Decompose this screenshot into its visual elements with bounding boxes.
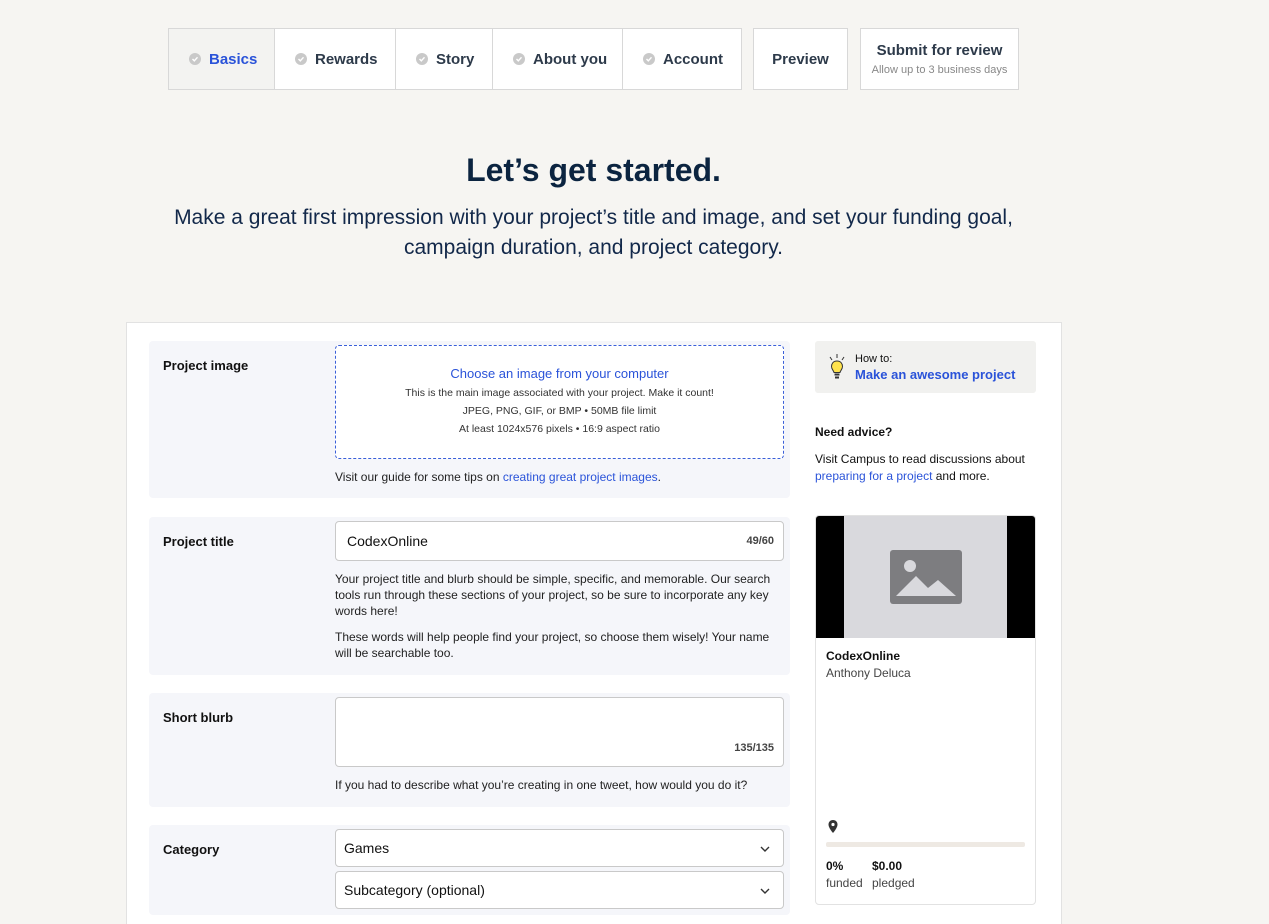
check-icon [643, 53, 655, 65]
pledged-amount: $0.00 [872, 859, 903, 873]
tab-basics[interactable]: Basics [169, 29, 275, 89]
funding-progress-bar [826, 842, 1025, 847]
subcategory-value: Subcategory (optional) [344, 882, 485, 898]
short-blurb-section: Short blurb 135/135 If you had to descri… [149, 693, 790, 807]
blurb-char-counter: 135/135 [734, 742, 774, 754]
image-placeholder-icon [889, 550, 962, 604]
advice-suffix: and more. [932, 469, 990, 483]
choose-image-link[interactable]: Choose an image from your computer [450, 366, 668, 381]
funded-pct: 0% [826, 859, 844, 873]
preview-label: Preview [772, 50, 829, 68]
image-placeholder [844, 516, 1007, 638]
image-info-2: JPEG, PNG, GIF, or BMP • 50MB file limit [462, 405, 657, 417]
tab-about-you[interactable]: About you [493, 29, 623, 89]
project-image-body: Choose an image from your computer This … [335, 345, 784, 485]
pledged-stat: $0.00 pledged [872, 859, 915, 890]
project-preview-card: CodexOnline Anthony Deluca 0% funded $0.… [815, 515, 1036, 905]
page-subtitle: Make a great first impression with your … [174, 206, 1013, 259]
chevron-down-icon [760, 888, 770, 894]
advice-link[interactable]: preparing for a project [815, 469, 932, 483]
image-guide-link[interactable]: creating great project images [503, 470, 658, 484]
tab-story[interactable]: Story [396, 29, 493, 89]
project-title-value: CodexOnline [347, 533, 428, 549]
image-dropzone[interactable]: Choose an image from your computer This … [335, 345, 784, 459]
page-title: Let’s get started. [466, 152, 721, 188]
submit-for-review-button[interactable]: Submit for review Allow up to 3 business… [860, 28, 1019, 90]
project-image-section: Project image Choose an image from your … [149, 341, 790, 498]
project-title-section: Project title CodexOnline 49/60 Your pro… [149, 517, 790, 675]
image-help-suffix: . [657, 470, 661, 484]
short-blurb-body: 135/135 If you had to describe what you’… [335, 697, 784, 793]
project-nav-tabs: Basics Rewards Story About you Account [168, 28, 742, 90]
category-body: Games Subcategory (optional) [335, 829, 784, 909]
short-blurb-label: Short blurb [163, 710, 234, 725]
advice-text: Visit Campus to read discussions about p… [815, 451, 1045, 485]
short-blurb-textarea[interactable]: 135/135 [335, 697, 784, 767]
location-pin-icon [828, 820, 838, 833]
preview-image [816, 516, 1035, 638]
category-label: Category [163, 842, 220, 857]
tab-label: Rewards [315, 50, 378, 68]
submit-sublabel: Allow up to 3 business days [871, 64, 1008, 76]
category-section: Category Games Subcategory (optional) [149, 825, 790, 915]
tab-label: About you [533, 50, 608, 68]
preview-author: Anthony Deluca [826, 666, 911, 680]
tab-label: Account [663, 50, 723, 68]
basics-form-card: Project image Choose an image from your … [126, 322, 1062, 924]
check-icon [295, 53, 307, 65]
project-title-input[interactable]: CodexOnline 49/60 [335, 521, 784, 561]
title-help-1: Your project title and blurb should be s… [335, 572, 771, 618]
blurb-help-text: If you had to describe what you’re creat… [335, 778, 748, 792]
subcategory-select[interactable]: Subcategory (optional) [335, 871, 784, 909]
project-title-body: CodexOnline 49/60 Your project title and… [335, 521, 784, 661]
image-info-3: At least 1024x576 pixels • 16:9 aspect r… [459, 423, 660, 435]
advice-prefix: Visit Campus to read discussions about [815, 452, 1025, 466]
tab-label: Story [436, 50, 475, 68]
howto-prefix: How to: [855, 352, 893, 365]
howto-card[interactable]: How to: Make an awesome project [815, 341, 1036, 393]
lightbulb-icon [829, 354, 845, 379]
category-value: Games [344, 840, 390, 856]
advice-title: Need advice? [815, 425, 893, 439]
tab-account[interactable]: Account [623, 29, 741, 89]
image-info-1: This is the main image associated with y… [405, 387, 714, 399]
tab-label: Basics [209, 50, 258, 68]
category-select[interactable]: Games [335, 829, 784, 867]
project-image-label: Project image [163, 358, 249, 373]
funded-stat: 0% funded [826, 859, 863, 890]
howto-link[interactable]: Make an awesome project [855, 367, 1015, 382]
funded-label: funded [826, 876, 863, 890]
pledged-label: pledged [872, 876, 915, 890]
image-help-text: Visit our guide for some tips on creatin… [335, 469, 784, 485]
preview-button[interactable]: Preview [753, 28, 848, 90]
tab-rewards[interactable]: Rewards [275, 29, 396, 89]
check-icon [189, 53, 201, 65]
preview-title: CodexOnline [826, 649, 901, 663]
title-char-counter: 49/60 [746, 535, 774, 547]
submit-label: Submit for review [876, 42, 1003, 59]
chevron-down-icon [760, 846, 770, 852]
project-title-label: Project title [163, 534, 234, 549]
image-help-prefix: Visit our guide for some tips on [335, 470, 503, 484]
title-help-2: These words will help people find your p… [335, 630, 770, 660]
check-icon [416, 53, 428, 65]
check-icon [513, 53, 525, 65]
howto-text: How to: Make an awesome project [855, 353, 1015, 382]
